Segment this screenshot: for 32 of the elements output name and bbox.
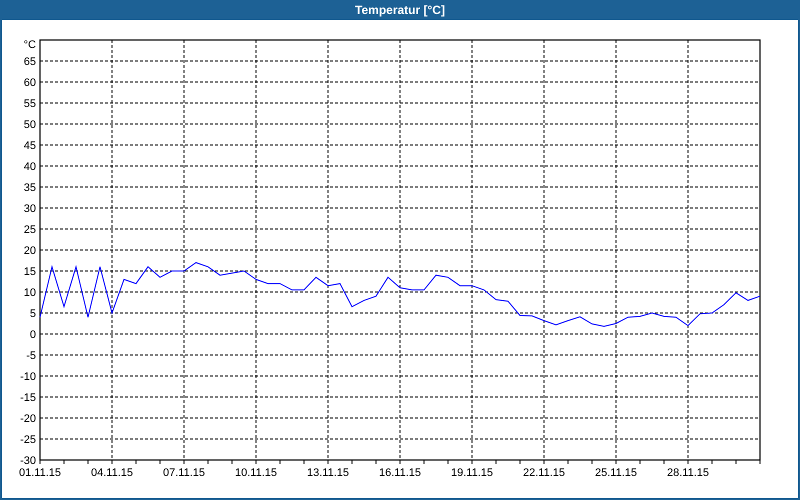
- y-tick-label: -10: [20, 371, 36, 383]
- y-tick-label: 10: [24, 287, 36, 299]
- y-tick-label: 35: [24, 182, 36, 194]
- y-tick-label: 65: [24, 56, 36, 68]
- x-tick-label: 25.11.15: [595, 467, 637, 479]
- y-axis-unit: °C: [24, 39, 36, 51]
- x-tick-label: 04.11.15: [91, 467, 133, 479]
- y-tick-label: 15: [24, 266, 36, 278]
- y-tick-label: 55: [24, 98, 36, 110]
- x-tick-label: 07.11.15: [163, 467, 205, 479]
- x-tick-label: 28.11.15: [667, 467, 709, 479]
- y-tick-label: 60: [24, 77, 36, 89]
- x-tick-label: 22.11.15: [523, 467, 565, 479]
- x-tick-label: 19.11.15: [451, 467, 493, 479]
- y-tick-label: 0: [30, 329, 36, 341]
- y-tick-label: 45: [24, 140, 36, 152]
- x-tick-label: 16.11.15: [379, 467, 421, 479]
- y-tick-label: -30: [20, 455, 36, 467]
- x-tick-label: 13.11.15: [307, 467, 349, 479]
- y-tick-label: -15: [20, 392, 36, 404]
- y-tick-label: 40: [24, 161, 36, 173]
- y-tick-label: 25: [24, 224, 36, 236]
- y-tick-label: 5: [30, 308, 36, 320]
- x-tick-label: 01.11.15: [19, 467, 61, 479]
- window-title: Temperatur [°C]: [355, 2, 445, 19]
- y-tick-label: 30: [24, 203, 36, 215]
- x-tick-label: 10.11.15: [235, 467, 277, 479]
- y-tick-label: 20: [24, 245, 36, 257]
- y-tick-label: 50: [24, 119, 36, 131]
- y-tick-label: -5: [26, 350, 36, 362]
- y-tick-label: -20: [20, 413, 36, 425]
- y-tick-label: -25: [20, 434, 36, 446]
